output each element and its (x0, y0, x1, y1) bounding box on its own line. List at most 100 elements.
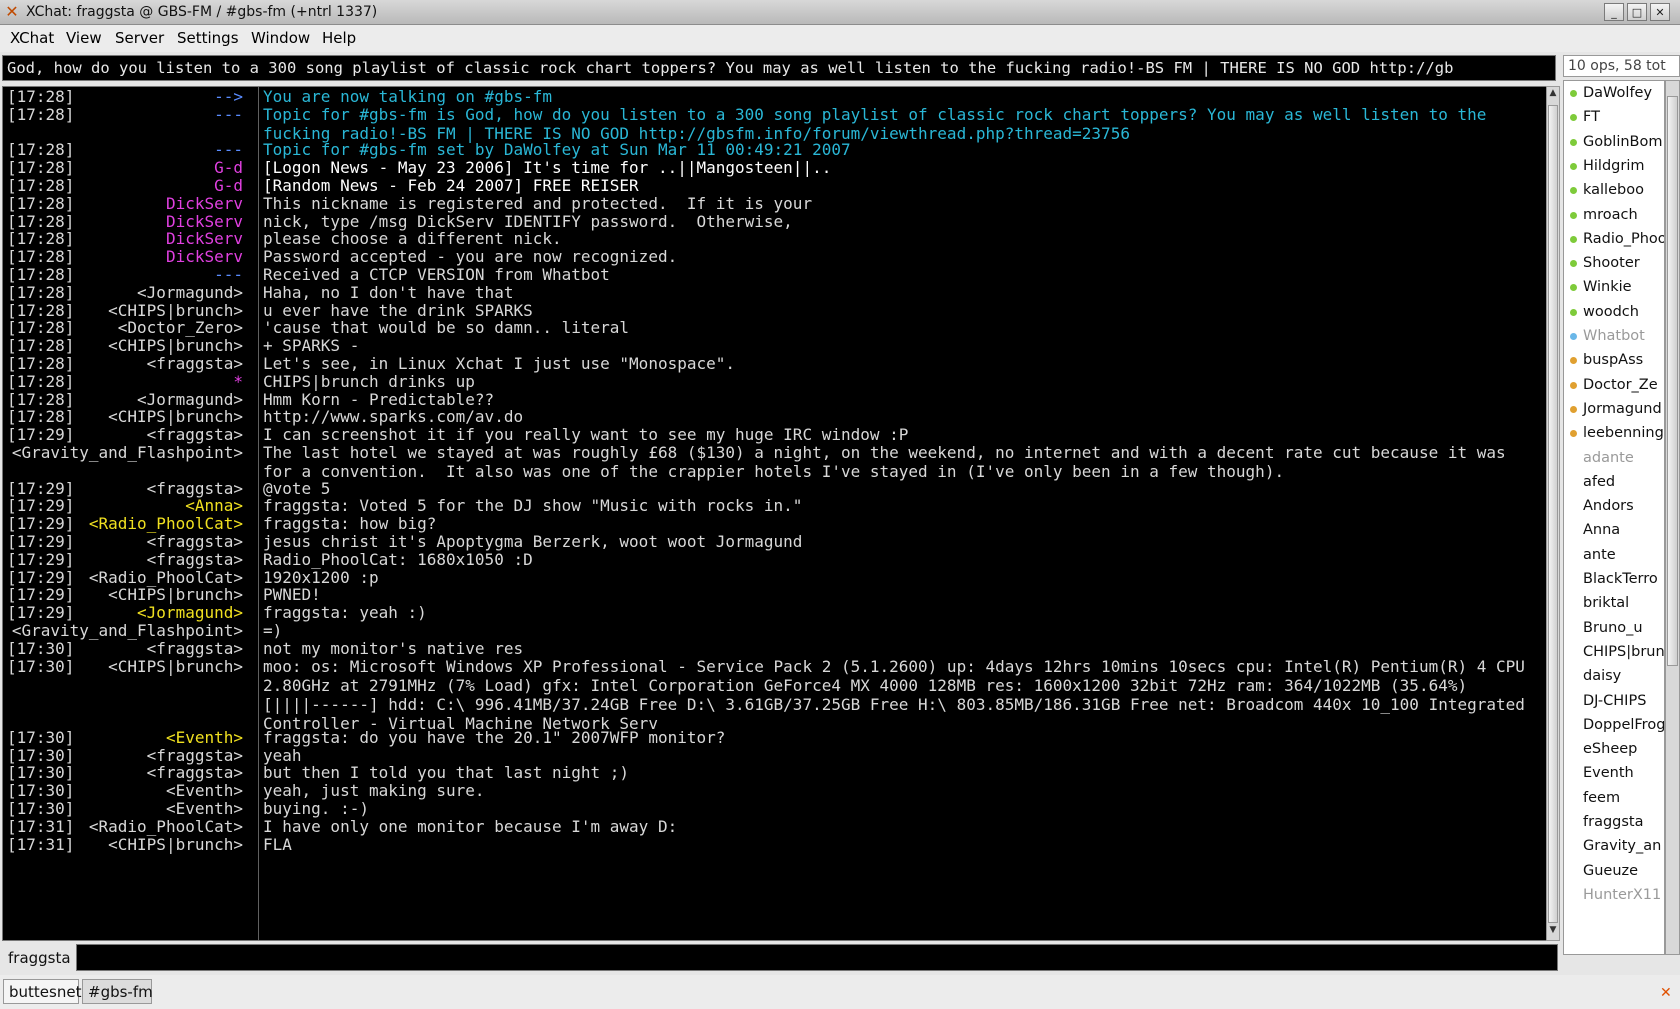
user-list-item[interactable]: Jormagund (1564, 398, 1664, 422)
timestamp: [17:30] (7, 781, 75, 801)
user-list-item[interactable]: DJ-CHIPS (1564, 690, 1664, 714)
user-list[interactable]: DaWolfey FT GoblinBom Hildgrim kalleboo mroac… (1563, 80, 1665, 955)
user-list-item[interactable]: mroach (1564, 204, 1664, 228)
nick[interactable]: <CHIPS|brunch> (108, 585, 243, 604)
tab-gbs-fm[interactable]: #gbs-fm (82, 979, 153, 1004)
nick[interactable]: <fraggsta> (147, 550, 243, 569)
nick[interactable]: --- (214, 265, 243, 284)
nick-button[interactable]: fraggsta (2, 944, 74, 972)
nick[interactable]: <fraggsta> (147, 425, 243, 444)
chat-log[interactable]: [17:28] --> You are now talking on #gbs-fm… (2, 86, 1547, 941)
user-list-item[interactable]: kalleboo (1564, 179, 1664, 203)
nick[interactable]: <CHIPS|brunch> (108, 835, 243, 854)
minimize-button[interactable]: _ (1604, 3, 1624, 21)
nick[interactable]: DickServ (166, 247, 243, 266)
user-list-item[interactable]: briktal (1564, 592, 1664, 616)
timestamp: [17:28] (7, 318, 75, 338)
user-list-item[interactable]: Whatbot (1564, 325, 1664, 349)
menu-view[interactable]: View (66, 29, 102, 47)
user-list-item[interactable]: CHIPS|brun (1564, 641, 1664, 665)
user-list-item[interactable]: Eventh (1564, 762, 1664, 786)
nick[interactable]: DickServ (166, 194, 243, 213)
user-list-item[interactable]: leebenning (1564, 422, 1664, 446)
nick-separator[interactable] (258, 87, 259, 940)
nick[interactable]: G-d (214, 158, 243, 177)
user-list-item[interactable]: Winkie (1564, 276, 1664, 300)
user-list-item[interactable]: Andors (1564, 495, 1664, 519)
nick[interactable]: <Eventh> (166, 781, 243, 800)
nick[interactable]: DickServ (166, 229, 243, 248)
nick[interactable]: <fraggsta> (147, 479, 243, 498)
nick[interactable]: <CHIPS|brunch> (108, 407, 243, 426)
nick[interactable]: <Radio_PhoolCat> (89, 514, 243, 533)
user-list-item[interactable]: ante (1564, 544, 1664, 568)
scroll-down-arrow[interactable]: ▼ (1547, 925, 1559, 939)
user-list-item[interactable]: afed (1564, 471, 1664, 495)
nick[interactable]: <Eventh> (166, 799, 243, 818)
close-button[interactable]: ✕ (1650, 3, 1670, 21)
nick[interactable]: G-d (214, 176, 243, 195)
scroll-up-arrow[interactable]: ▲ (1547, 88, 1559, 102)
nick[interactable]: <Gravity_and_Flashpoint> (12, 621, 243, 640)
user-list-item[interactable]: adante (1564, 447, 1664, 471)
nick[interactable]: <Doctor_Zero> (118, 318, 243, 337)
menu-window[interactable]: Window (251, 29, 310, 47)
user-list-item[interactable]: HunterX11 (1564, 884, 1664, 908)
user-list-item[interactable]: BlackTerro (1564, 568, 1664, 592)
user-list-item[interactable]: Shooter (1564, 252, 1664, 276)
nick[interactable]: <fraggsta> (147, 639, 243, 658)
nick[interactable]: <Jormagund> (137, 283, 243, 302)
user-list-scrollbar[interactable] (1665, 80, 1680, 955)
nick[interactable]: <CHIPS|brunch> (108, 301, 243, 320)
topic-bar[interactable]: God, how do you listen to a 300 song pla… (2, 55, 1556, 81)
user-list-item[interactable]: Radio_Phoo (1564, 228, 1664, 252)
user-list-item[interactable]: daisy (1564, 665, 1664, 689)
nick[interactable]: <Radio_PhoolCat> (89, 817, 243, 836)
user-list-item[interactable]: Gueuze (1564, 860, 1664, 884)
user-list-item[interactable]: DoppelFrog (1564, 714, 1664, 738)
nick[interactable]: <Eventh> (166, 728, 243, 747)
menu-server[interactable]: Server (115, 29, 164, 47)
maximize-button[interactable]: □ (1627, 3, 1647, 21)
nick[interactable]: <Radio_PhoolCat> (89, 568, 243, 587)
user-list-item[interactable]: feem (1564, 787, 1664, 811)
chat-scroll-thumb[interactable] (1548, 105, 1558, 923)
tab-buttesnet[interactable]: buttesnet (3, 979, 81, 1004)
user-list-item[interactable]: FT (1564, 106, 1664, 130)
user-list-item[interactable]: eSheep (1564, 738, 1664, 762)
message-input[interactable] (76, 944, 1558, 971)
nick[interactable]: --> (214, 87, 243, 106)
user-list-item[interactable]: woodch (1564, 301, 1664, 325)
menu-help[interactable]: Help (322, 29, 356, 47)
user-list-item[interactable]: GoblinBom (1564, 131, 1664, 155)
nick[interactable]: <fraggsta> (147, 354, 243, 373)
user-list-item[interactable]: Bruno_u (1564, 617, 1664, 641)
menu-settings[interactable]: Settings (177, 29, 239, 47)
nick[interactable]: <fraggsta> (147, 746, 243, 765)
nick[interactable]: <CHIPS|brunch> (108, 657, 243, 676)
nick[interactable]: <CHIPS|brunch> (108, 336, 243, 355)
user-list-scroll-thumb[interactable] (1667, 96, 1678, 666)
nick[interactable]: DickServ (166, 212, 243, 231)
nick[interactable]: <fraggsta> (147, 763, 243, 782)
user-list-item[interactable]: buspAss (1564, 349, 1664, 373)
close-tab-icon[interactable]: ✕ (1660, 985, 1672, 1001)
user-list-item[interactable]: Doctor_Ze (1564, 374, 1664, 398)
user-list-item[interactable]: Hildgrim (1564, 155, 1664, 179)
user-list-item[interactable]: Anna (1564, 519, 1664, 543)
nick[interactable]: <Jormagund> (137, 390, 243, 409)
xchat-app-icon[interactable]: ✕ (3, 3, 21, 21)
user-name: Gravity_an (1583, 838, 1662, 855)
user-list-item[interactable]: Gravity_an (1564, 835, 1664, 859)
nick[interactable]: <fraggsta> (147, 532, 243, 551)
user-list-item[interactable]: fraggsta (1564, 811, 1664, 835)
nick[interactable]: --- (214, 105, 243, 124)
user-list-item[interactable]: DaWolfey (1564, 82, 1664, 106)
menu-xchat[interactable]: XChat (10, 29, 54, 47)
chat-scrollbar[interactable]: ▲ ▼ (1546, 86, 1560, 941)
nick[interactable]: --- (214, 140, 243, 159)
nick[interactable]: <Anna> (185, 496, 243, 515)
nick[interactable]: <Gravity_and_Flashpoint> (12, 443, 243, 462)
nick[interactable]: <Jormagund> (137, 603, 243, 622)
nick[interactable]: * (233, 372, 243, 391)
